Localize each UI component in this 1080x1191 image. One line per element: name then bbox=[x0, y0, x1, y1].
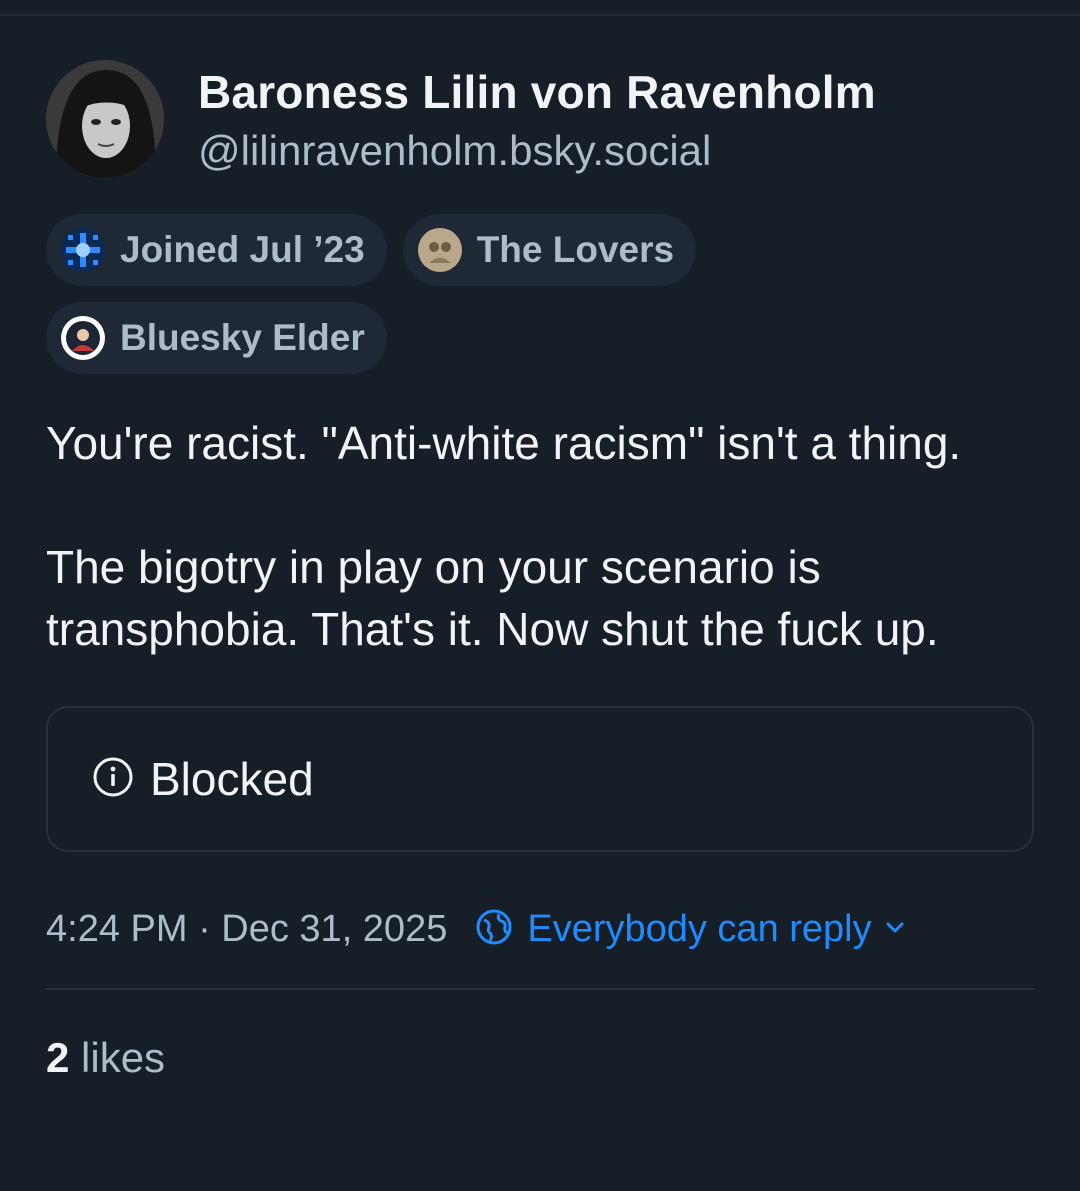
post-thread-item: Baroness Lilin von Ravenholm @lilinraven… bbox=[46, 60, 1034, 1082]
profile-badges: Joined Jul ’23 The Lovers Bluesky Elder bbox=[46, 214, 766, 390]
post-meta: 4:24 PM · Dec 31, 2025 Everybody can rep… bbox=[46, 904, 1034, 954]
top-divider bbox=[0, 14, 1080, 16]
joined-badge-icon bbox=[60, 227, 106, 273]
badge-the-lovers[interactable]: The Lovers bbox=[402, 214, 697, 286]
tarot-badge-icon bbox=[417, 227, 463, 273]
badge-label: Joined Jul ’23 bbox=[120, 229, 365, 270]
post-text: You're racist. "Anti-white racism" isn't… bbox=[46, 417, 962, 655]
meta-divider bbox=[46, 988, 1034, 990]
elder-badge-icon bbox=[60, 315, 106, 361]
post-header: Baroness Lilin von Ravenholm @lilinraven… bbox=[46, 60, 1034, 178]
globe-icon bbox=[475, 908, 513, 951]
chevron-down-icon bbox=[884, 916, 906, 943]
author-display-name[interactable]: Baroness Lilin von Ravenholm bbox=[198, 66, 876, 118]
author-handle[interactable]: @lilinravenholm.bsky.social bbox=[198, 126, 876, 176]
badge-label: The Lovers bbox=[476, 229, 675, 270]
likes-link[interactable]: 2 likes bbox=[46, 1034, 1034, 1082]
blocked-label: Blocked bbox=[150, 753, 314, 805]
post-timestamp: 4:24 PM · Dec 31, 2025 bbox=[46, 907, 448, 950]
badge-joined[interactable]: Joined Jul ’23 bbox=[46, 214, 387, 286]
info-icon bbox=[92, 756, 134, 803]
badge-label: Bluesky Elder bbox=[120, 317, 365, 358]
badge-bluesky-elder[interactable]: Bluesky Elder bbox=[46, 302, 387, 374]
reply-settings-button[interactable]: Everybody can reply bbox=[475, 908, 905, 951]
likes-label: likes bbox=[81, 1034, 166, 1081]
likes-count: 2 bbox=[46, 1034, 70, 1081]
avatar[interactable] bbox=[46, 60, 164, 178]
blocked-embed[interactable]: Blocked bbox=[46, 706, 1034, 852]
reply-setting-label: Everybody can reply bbox=[527, 907, 872, 950]
